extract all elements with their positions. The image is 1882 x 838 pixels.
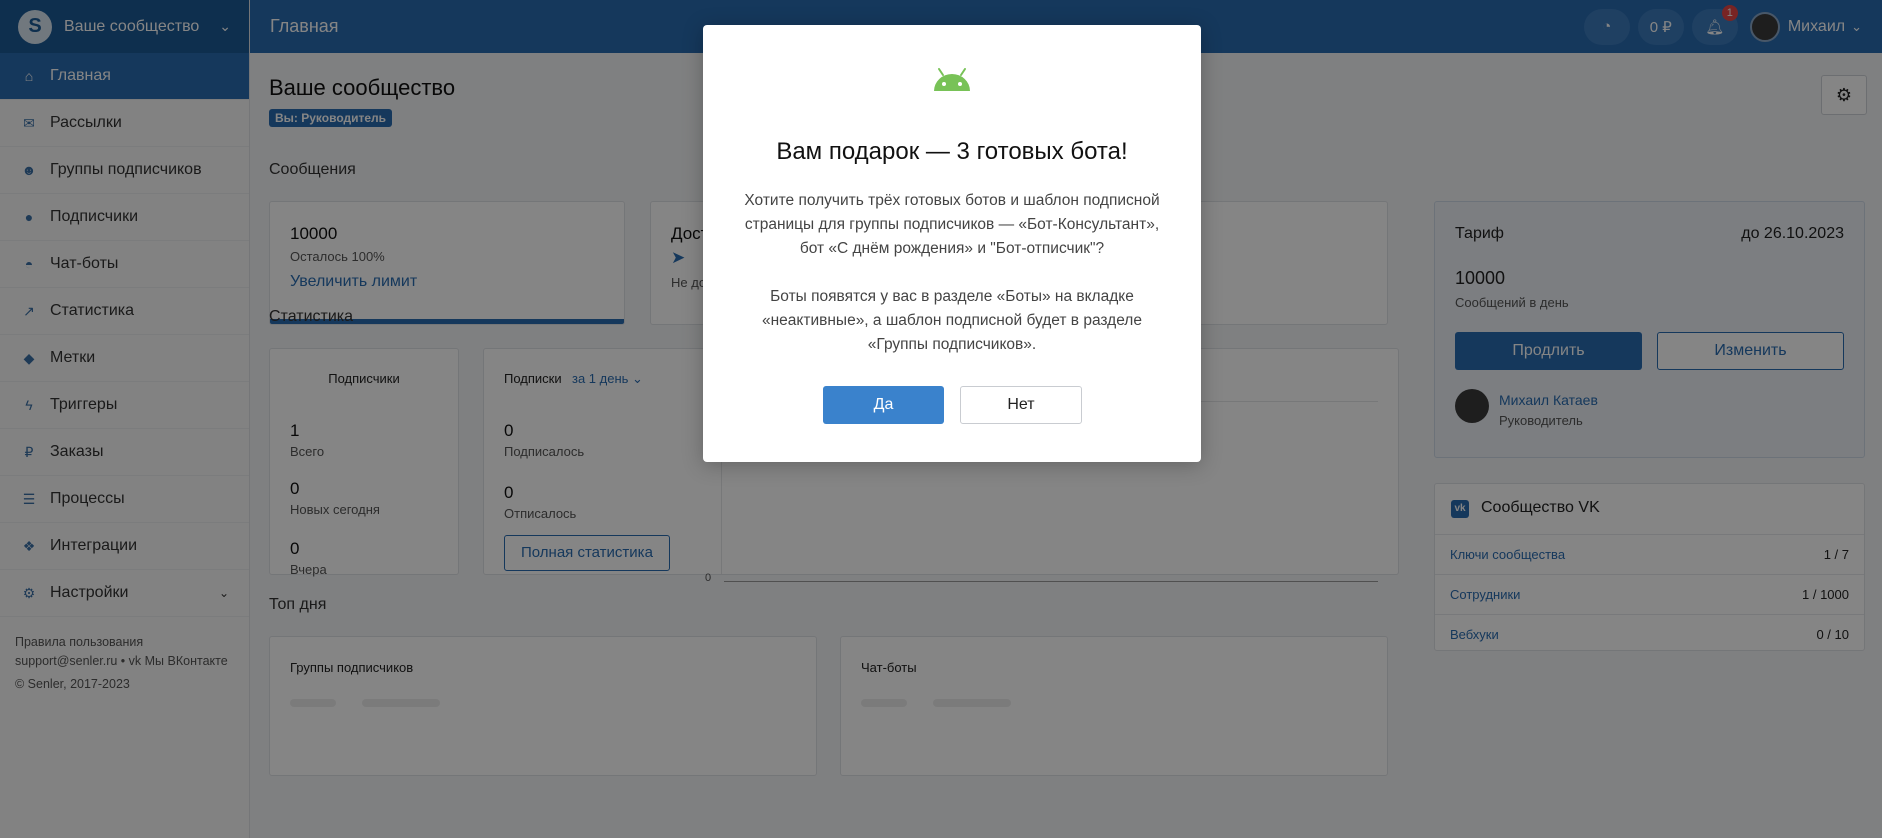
gift-bots-modal: Вам подарок — 3 готовых бота! Хотите пол… — [703, 25, 1201, 462]
yes-button[interactable]: Да — [823, 386, 944, 424]
modal-paragraph: Боты появятся у вас в разделе «Боты» на … — [762, 288, 1142, 353]
no-button[interactable]: Нет — [960, 386, 1082, 424]
modal-title: Вам подарок — 3 готовых бота! — [776, 138, 1128, 165]
modal-body: Хотите получить трёх готовых ботов и шаб… — [733, 189, 1171, 357]
android-icon — [934, 68, 970, 91]
modal-paragraph: Хотите получить трёх готовых ботов и шаб… — [744, 192, 1160, 257]
